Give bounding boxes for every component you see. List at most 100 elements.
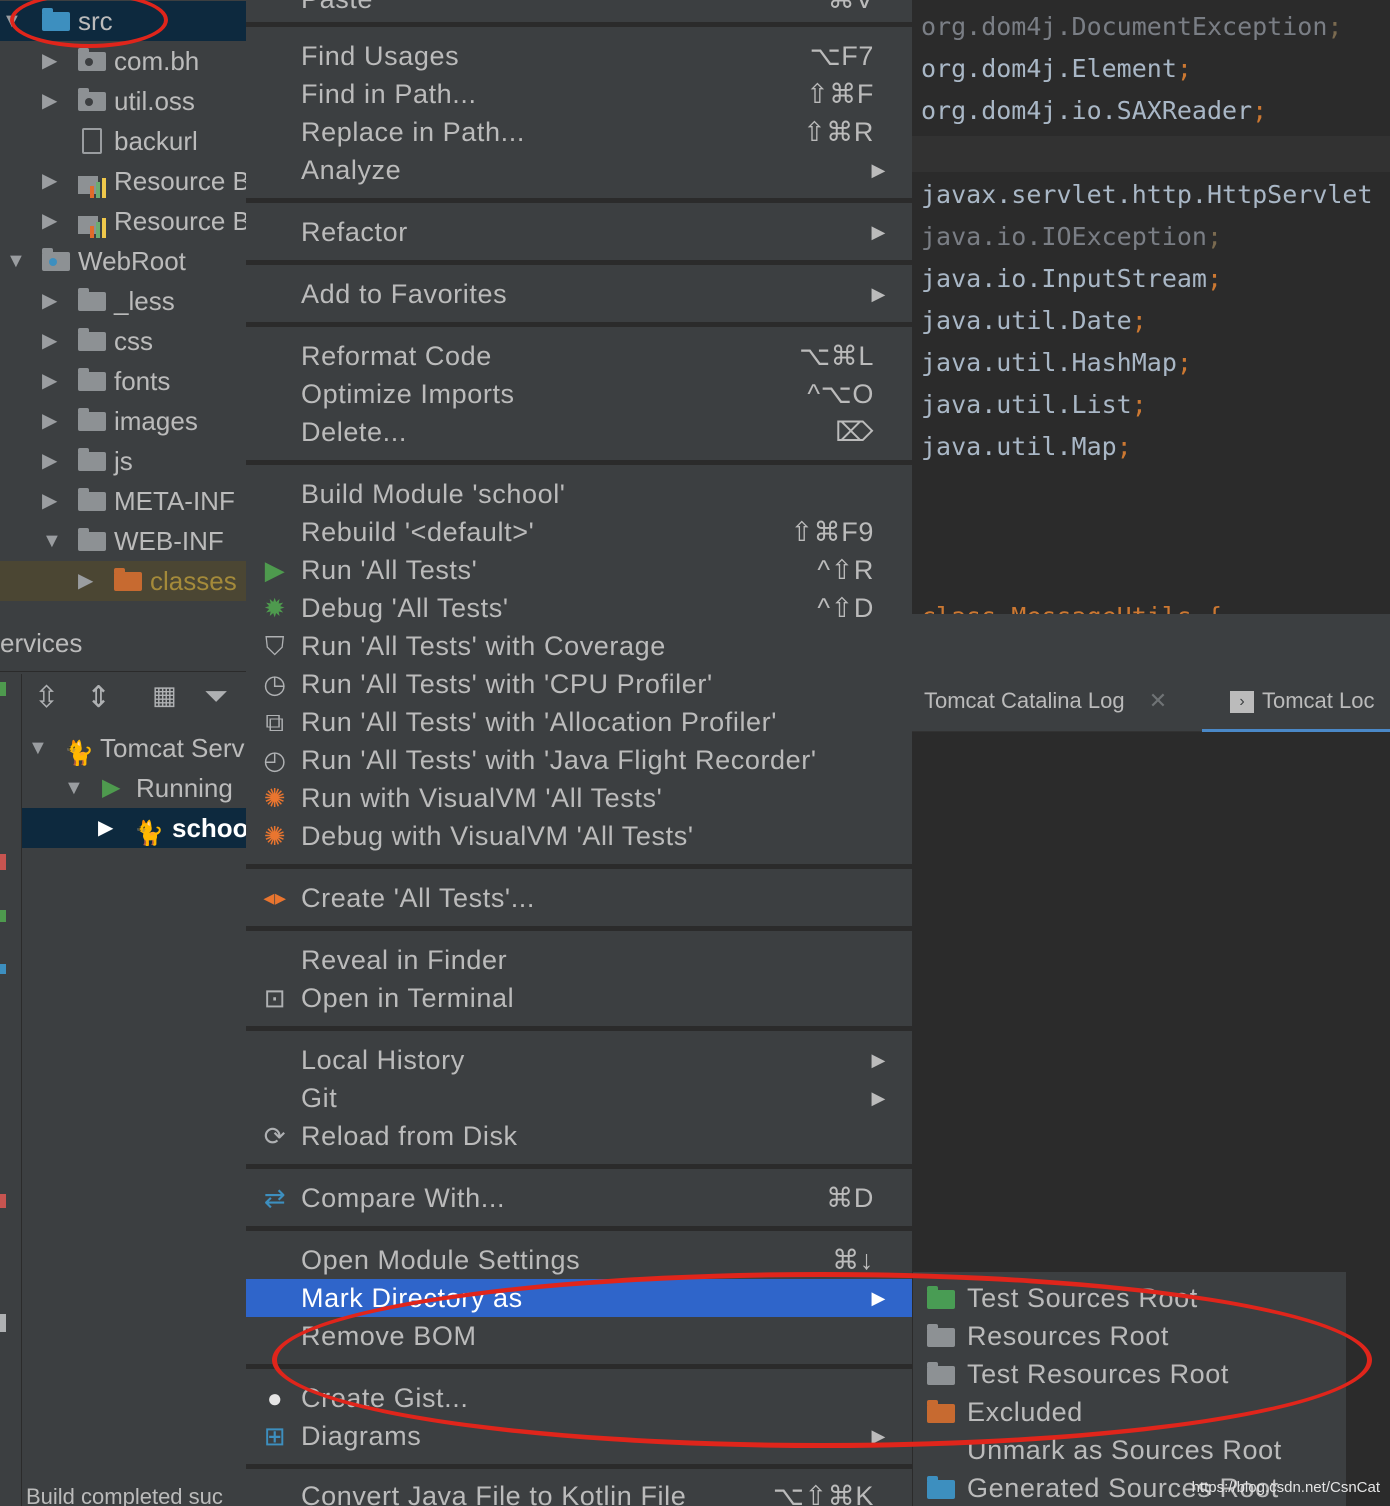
menu-item-debug-all-tests[interactable]: ✹ Debug 'All Tests' ^⇧D <box>246 589 912 627</box>
menu-item-git[interactable]: Git ▶ <box>246 1079 912 1117</box>
expanded-arrow-icon[interactable]: ▼ <box>42 521 62 561</box>
service-tomcat-server[interactable]: ▼ 🐈 Tomcat Serv <box>0 728 246 768</box>
collapse-all-icon[interactable]: ⇕ <box>86 680 111 715</box>
expanded-arrow-icon[interactable]: ▼ <box>6 241 26 281</box>
menu-item-convert-kotlin[interactable]: Convert Java File to Kotlin File ⌥⇧⌘K <box>246 1477 912 1506</box>
tree-item-web-inf[interactable]: ▼ WEB-INF <box>0 521 246 561</box>
run-icon[interactable] <box>0 682 6 696</box>
stop-icon[interactable] <box>0 854 6 870</box>
tree-item-less[interactable]: ▶ _less <box>0 281 246 321</box>
menu-item-run-alloc-profiler[interactable]: ⧉ Run 'All Tests' with 'Allocation Profil… <box>246 703 912 741</box>
menu-item-open-module-settings[interactable]: Open Module Settings ⌘↓ <box>246 1241 912 1279</box>
service-school[interactable]: ▶ 🐈 schoo <box>22 808 246 848</box>
test-sources-folder-icon <box>927 1286 955 1309</box>
output-toolbar <box>912 614 1390 670</box>
submenu-item-test-sources-root[interactable]: Test Sources Root <box>913 1279 1347 1317</box>
tree-item-webroot[interactable]: ▼ WebRoot <box>0 241 246 281</box>
tree-item-meta-inf[interactable]: ▶ META-INF <box>0 481 246 521</box>
collapsed-arrow-icon[interactable]: ▶ <box>42 361 57 401</box>
code-line: java.util.List; <box>921 390 1147 419</box>
menu-item-mark-directory-as[interactable]: Mark Directory as ▶ <box>246 1279 912 1317</box>
tree-item-classes[interactable]: ▶ classes <box>0 561 246 601</box>
close-icon[interactable]: ✕ <box>1149 688 1167 713</box>
menu-item-rebuild[interactable]: Rebuild '<default>' ⇧⌘F9 <box>246 513 912 551</box>
collapsed-arrow-icon[interactable]: ▶ <box>98 808 113 848</box>
menu-item-create-all-tests[interactable]: ◂▸ Create 'All Tests'... <box>246 879 912 917</box>
menu-item-find-in-path[interactable]: Find in Path... ⇧⌘F <box>246 75 912 113</box>
tree-item-resource-bundle[interactable]: ▶ Resource B <box>0 201 246 241</box>
allocation-profiler-icon: ⧉ <box>265 707 285 737</box>
collapsed-arrow-icon[interactable]: ▶ <box>42 481 57 521</box>
tomcat-artifact-icon: 🐈 <box>134 820 164 847</box>
flight-recorder-icon: ◴ <box>263 745 287 775</box>
code-line: java.util.Map; <box>921 432 1132 461</box>
tree-item-js[interactable]: ▶ js <box>0 441 246 481</box>
submenu-item-test-resources-root[interactable]: Test Resources Root <box>913 1355 1347 1393</box>
menu-item-add-to-favorites[interactable]: Add to Favorites ▶ <box>246 275 912 313</box>
resources-folder-icon <box>927 1324 955 1347</box>
code-line: java.io.InputStream; <box>921 264 1223 293</box>
menu-item-diagrams[interactable]: ⊞ Diagrams ▶ <box>246 1417 912 1455</box>
menu-item-run-jfr[interactable]: ◴ Run 'All Tests' with 'Java Flight Recor… <box>246 741 912 779</box>
expand-all-icon[interactable]: ⇳ <box>34 680 59 715</box>
menu-item-replace-in-path[interactable]: Replace in Path... ⇧⌘R <box>246 113 912 151</box>
tab-tomcat-localhost-log[interactable]: › Tomcat Loc <box>1202 670 1390 732</box>
menu-item-reload-from-disk[interactable]: ⟳ Reload from Disk <box>246 1117 912 1155</box>
collapsed-arrow-icon[interactable]: ▶ <box>42 81 57 121</box>
menu-item-create-gist[interactable]: ● Create Gist... <box>246 1379 912 1417</box>
menu-item-find-usages[interactable]: Find Usages ⌥F7 <box>246 37 912 75</box>
breakpoint-icon[interactable] <box>0 1194 6 1208</box>
layout-icon[interactable] <box>0 1314 6 1332</box>
collapsed-arrow-icon[interactable]: ▶ <box>42 401 57 441</box>
menu-item-remove-bom[interactable]: Remove BOM <box>246 1317 912 1355</box>
tree-item-com-bh[interactable]: ▶ com.bh <box>0 41 246 81</box>
filter-icon[interactable]: ⏷ <box>204 680 228 714</box>
menu-item-build-module[interactable]: Build Module 'school' <box>246 475 912 513</box>
submenu-item-unmark-sources-root[interactable]: Unmark as Sources Root <box>913 1431 1347 1469</box>
menu-item-optimize-imports[interactable]: Optimize Imports ^⌥O <box>246 375 912 413</box>
collapsed-arrow-icon[interactable]: ▶ <box>42 281 57 321</box>
menu-item-run-cpu-profiler[interactable]: ◷ Run 'All Tests' with 'CPU Profiler' <box>246 665 912 703</box>
tree-item-resource-bundle[interactable]: ▶ Resource B <box>0 161 246 201</box>
service-running[interactable]: ▼ ▶ Running <box>0 768 246 808</box>
expanded-arrow-icon[interactable]: ▼ <box>28 728 48 768</box>
collapsed-arrow-icon[interactable]: ▶ <box>42 201 57 241</box>
collapsed-arrow-icon[interactable]: ▶ <box>42 441 57 481</box>
deploy-icon[interactable] <box>0 964 6 974</box>
menu-item-run-visualvm[interactable]: ✺ Run with VisualVM 'All Tests' <box>246 779 912 817</box>
menu-item-open-in-terminal[interactable]: ⊡ Open in Terminal <box>246 979 912 1017</box>
collapsed-arrow-icon[interactable]: ▶ <box>42 41 57 81</box>
collapsed-arrow-icon[interactable]: ▶ <box>42 161 57 201</box>
file-icon <box>82 128 102 154</box>
menu-item-reformat-code[interactable]: Reformat Code ⌥⌘L <box>246 337 912 375</box>
menu-item-compare-with[interactable]: ⇄ Compare With... ⌘D <box>246 1179 912 1217</box>
menu-item-run-with-coverage[interactable]: ⛉ Run 'All Tests' with Coverage <box>246 627 912 665</box>
tree-item-src[interactable]: ▼ src <box>0 1 246 41</box>
tab-tomcat-catalina-log[interactable]: Tomcat Catalina Log ✕ <box>924 670 1167 732</box>
submenu-item-excluded[interactable]: Excluded <box>913 1393 1347 1431</box>
folder-icon <box>78 528 106 551</box>
collapsed-arrow-icon[interactable]: ▶ <box>78 561 93 601</box>
group-by-icon[interactable]: ▦ <box>152 680 177 711</box>
menu-item-run-all-tests[interactable]: ▶ Run 'All Tests' ^⇧R <box>246 551 912 589</box>
expanded-arrow-icon[interactable]: ▼ <box>64 768 84 808</box>
menu-item-refactor[interactable]: Refactor ▶ <box>246 213 912 251</box>
menu-item-analyze[interactable]: Analyze ▶ <box>246 151 912 189</box>
tree-item-util-oss[interactable]: ▶ util.oss <box>0 81 246 121</box>
tree-item-css[interactable]: ▶ css <box>0 321 246 361</box>
collapsed-arrow-icon[interactable]: ▶ <box>42 321 57 361</box>
status-bar-text: Build completed suc <box>26 1484 223 1506</box>
menu-item-reveal-in-finder[interactable]: Reveal in Finder <box>246 941 912 979</box>
menu-item-debug-visualvm[interactable]: ✺ Debug with VisualVM 'All Tests' <box>246 817 912 855</box>
tree-item-images[interactable]: ▶ images <box>0 401 246 441</box>
code-editor[interactable]: org.dom4j.DocumentException; org.dom4j.E… <box>912 0 1390 614</box>
tree-item-fonts[interactable]: ▶ fonts <box>0 361 246 401</box>
tree-item-backurl[interactable]: backurl <box>0 121 246 161</box>
menu-item-local-history[interactable]: Local History ▶ <box>246 1041 912 1079</box>
debug-icon[interactable] <box>0 910 6 922</box>
cpu-profiler-icon: ◷ <box>263 669 287 699</box>
menu-item-delete[interactable]: Delete... ⌦ <box>246 413 912 451</box>
submenu-item-resources-root[interactable]: Resources Root <box>913 1317 1347 1355</box>
expanded-arrow-icon[interactable]: ▼ <box>2 1 22 41</box>
menu-item-paste[interactable]: Paste⌘V <box>246 0 912 18</box>
